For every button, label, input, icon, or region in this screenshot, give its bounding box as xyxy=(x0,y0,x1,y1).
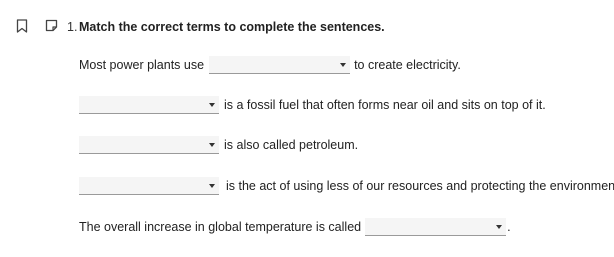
sentence-row: Most power plants use to create electric… xyxy=(79,55,461,75)
sentence-text-after: is a fossil fuel that often forms near o… xyxy=(224,98,546,112)
sentence-text-before: The overall increase in global temperatu… xyxy=(79,220,362,234)
sentence-text-before: Most power plants use xyxy=(79,58,205,72)
caret-down-icon xyxy=(496,225,503,229)
sentence-text-after: . xyxy=(507,220,511,234)
note-icon[interactable] xyxy=(45,19,58,32)
sentence-row: is a fossil fuel that often forms near o… xyxy=(79,95,546,115)
question-title: Match the correct terms to complete the … xyxy=(79,20,385,34)
caret-down-icon xyxy=(209,103,215,107)
caret-down-icon xyxy=(209,184,215,188)
sentence-text-after: to create electricity. xyxy=(354,58,461,72)
sentence-row: is the act of using less of our resource… xyxy=(79,176,614,196)
caret-down-icon xyxy=(209,143,215,147)
sentence-row: is also called petroleum. xyxy=(79,135,358,155)
answer-dropdown[interactable] xyxy=(79,177,219,195)
answer-dropdown[interactable] xyxy=(365,218,507,236)
sentence-text-after: is the act of using less of our resource… xyxy=(226,179,614,193)
sentence-row: The overall increase in global temperatu… xyxy=(79,217,511,237)
answer-dropdown[interactable] xyxy=(79,96,219,114)
answer-dropdown[interactable] xyxy=(79,136,219,154)
bookmark-icon[interactable] xyxy=(16,19,28,33)
answer-dropdown[interactable] xyxy=(209,56,351,74)
sentence-text-after: is also called petroleum. xyxy=(224,138,359,152)
question-number: 1. xyxy=(67,20,78,34)
caret-down-icon xyxy=(340,63,347,67)
